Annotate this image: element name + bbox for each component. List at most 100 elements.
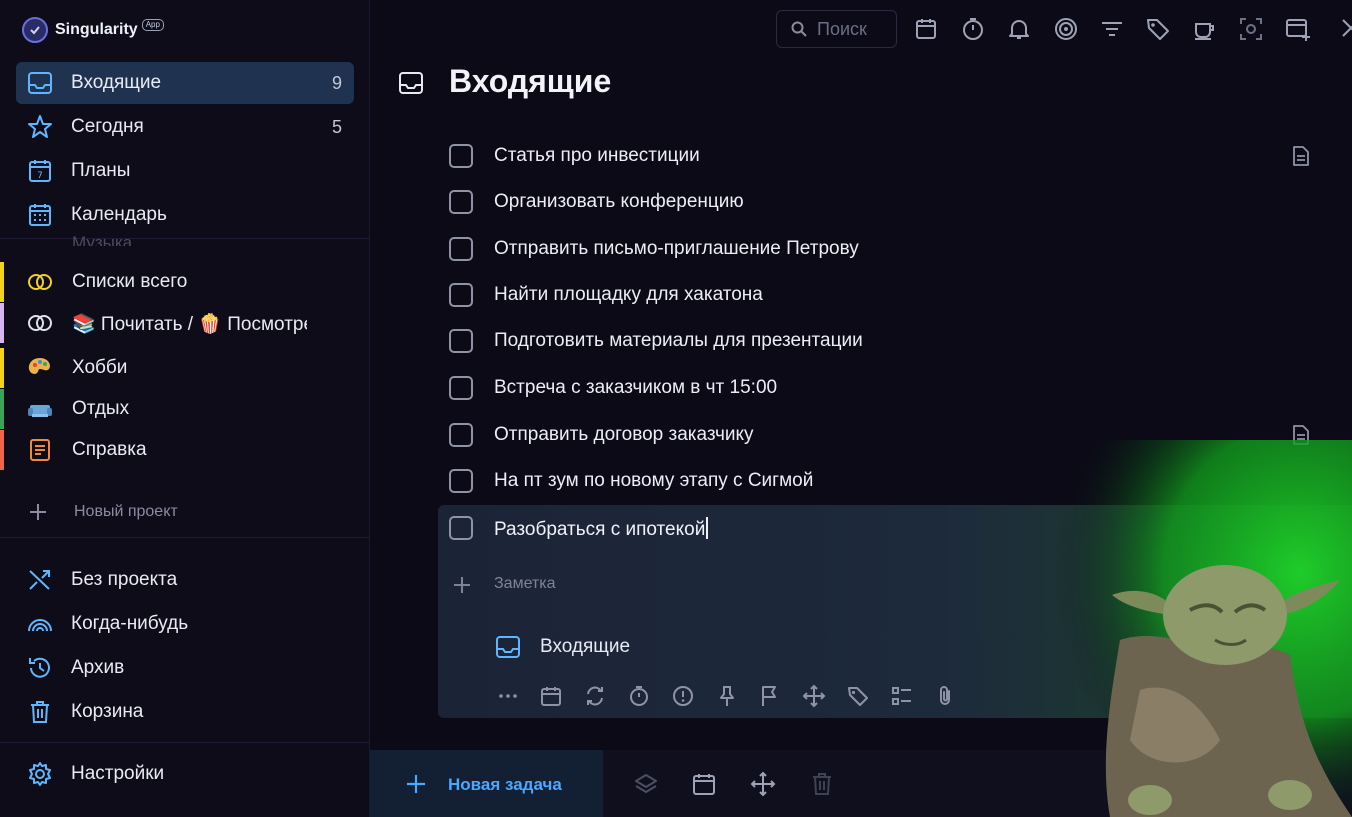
bell-icon[interactable] bbox=[1006, 16, 1032, 42]
new-window-icon[interactable] bbox=[1285, 16, 1311, 42]
sidebar-item-today[interactable]: Сегодня 5 bbox=[16, 106, 354, 148]
task-row[interactable]: Подготовить материалы для презентации bbox=[446, 321, 1326, 361]
coffee-icon[interactable] bbox=[1192, 16, 1218, 42]
sidebar-item-calendar[interactable]: Календарь bbox=[16, 194, 354, 236]
flag-icon[interactable] bbox=[758, 684, 782, 708]
project-label: Отдых bbox=[72, 398, 130, 419]
page-title: Входящие bbox=[449, 63, 612, 99]
sidebar-item-someday[interactable]: Когда-нибудь bbox=[16, 603, 354, 645]
task-label[interactable]: На пт зум по новому этапу с Сигмой bbox=[494, 470, 813, 492]
inbox-count: 9 bbox=[331, 72, 342, 93]
project-color-bar bbox=[0, 303, 4, 343]
task-checkbox[interactable] bbox=[449, 237, 473, 261]
sidebar-divider bbox=[0, 537, 370, 538]
filter-icon[interactable] bbox=[1099, 16, 1125, 42]
task-label[interactable]: Организовать конференцию bbox=[494, 191, 744, 213]
focus-icon[interactable] bbox=[1053, 16, 1079, 42]
task-checkbox[interactable] bbox=[449, 469, 473, 493]
sidebar-item-label: Сегодня bbox=[71, 116, 144, 137]
app-brand[interactable]: Singularity App bbox=[22, 16, 164, 44]
move-icon[interactable] bbox=[802, 684, 826, 708]
task-title-input[interactable]: Разобраться с ипотекой bbox=[494, 517, 709, 541]
search-input[interactable]: Поиск bbox=[776, 10, 897, 48]
task-project-selector[interactable]: Входящие bbox=[540, 636, 630, 658]
sidebar-item-label: Когда-нибудь bbox=[71, 613, 189, 634]
timer-icon[interactable] bbox=[627, 684, 651, 708]
task-row[interactable]: Встреча с заказчиком в чт 15:00 bbox=[446, 368, 1326, 408]
priority-icon[interactable] bbox=[671, 684, 695, 708]
yoda-overlay-image bbox=[1000, 440, 1352, 817]
checklist-icon[interactable] bbox=[890, 684, 914, 708]
trash-icon bbox=[31, 701, 49, 723]
task-title-text: Разобраться с ипотекой bbox=[494, 519, 706, 540]
sidebar-project-rest[interactable]: Отдых bbox=[0, 389, 370, 429]
task-row[interactable]: Статья про инвестиции bbox=[446, 136, 1326, 176]
task-row[interactable]: Отправить письмо-приглашение Петрову bbox=[446, 229, 1326, 269]
sidebar-item-plans[interactable]: 7 Планы bbox=[16, 150, 354, 192]
task-checkbox[interactable] bbox=[449, 329, 473, 353]
task-checkbox[interactable] bbox=[449, 283, 473, 307]
sidebar-project-help[interactable]: Справка bbox=[0, 430, 370, 470]
plus-icon[interactable] bbox=[452, 575, 472, 595]
task-row[interactable]: Организовать конференцию bbox=[446, 182, 1326, 222]
sidebar-item-inbox[interactable]: Входящие 9 bbox=[16, 62, 354, 104]
task-label[interactable]: Статья про инвестиции bbox=[494, 145, 700, 167]
close-icon[interactable] bbox=[1339, 16, 1352, 42]
plus-icon bbox=[407, 775, 425, 793]
rings-icon bbox=[28, 315, 52, 331]
project-label: Хобби bbox=[72, 357, 128, 378]
new-task-button[interactable]: Новая задача bbox=[370, 750, 603, 817]
task-checkbox[interactable] bbox=[449, 190, 473, 214]
sidebar-project-lists[interactable]: Списки всего bbox=[0, 262, 370, 302]
task-checkbox[interactable] bbox=[449, 144, 473, 168]
task-checkbox[interactable] bbox=[449, 376, 473, 400]
sidebar-item-label: Без проекта bbox=[71, 569, 178, 590]
sidebar-item-settings[interactable]: Настройки bbox=[16, 753, 354, 795]
calendar-icon[interactable] bbox=[913, 16, 939, 42]
inbox-icon bbox=[28, 72, 52, 94]
project-color-bar bbox=[0, 348, 4, 388]
project-color-bar bbox=[0, 389, 4, 429]
sidebar-project-hobby[interactable]: Хобби bbox=[0, 348, 370, 388]
task-label[interactable]: Отправить письмо-приглашение Петрову bbox=[494, 238, 859, 260]
history-icon bbox=[29, 657, 50, 678]
task-label[interactable]: Встреча с заказчиком в чт 15:00 bbox=[494, 377, 777, 399]
task-checkbox[interactable] bbox=[449, 423, 473, 447]
repeat-icon[interactable] bbox=[583, 684, 607, 708]
sidebar-item-trash[interactable]: Корзина bbox=[16, 691, 354, 733]
task-label[interactable]: Найти площадку для хакатона bbox=[494, 284, 763, 306]
sidebar-item-label: Календарь bbox=[71, 204, 167, 225]
screenshot-icon[interactable] bbox=[1238, 16, 1264, 42]
pin-icon[interactable] bbox=[715, 684, 739, 708]
layers-icon[interactable] bbox=[633, 771, 659, 797]
project-color-bar bbox=[0, 430, 4, 470]
tag-icon[interactable] bbox=[846, 684, 870, 708]
calendar-icon[interactable] bbox=[691, 771, 717, 797]
task-label[interactable]: Отправить договор заказчику bbox=[494, 424, 754, 446]
search-placeholder: Поиск bbox=[817, 18, 867, 39]
tag-icon[interactable] bbox=[1145, 16, 1171, 42]
sofa-icon bbox=[28, 405, 52, 417]
app-logo-icon bbox=[22, 17, 48, 43]
sidebar-project-read-watch[interactable]: 📚 Почитать / 🍿 Посмотреть bbox=[0, 303, 370, 343]
task-row[interactable]: Найти площадку для хакатона bbox=[446, 275, 1326, 315]
project-label: Справка bbox=[72, 439, 147, 460]
project-color-bar bbox=[0, 262, 4, 302]
rainbow-icon bbox=[28, 619, 52, 632]
attach-icon[interactable] bbox=[933, 684, 957, 708]
new-project-button[interactable]: Новый проект bbox=[28, 498, 178, 526]
note-input[interactable]: Заметка bbox=[494, 575, 556, 593]
calendar-icon[interactable] bbox=[539, 684, 563, 708]
sidebar-item-no-project[interactable]: Без проекта bbox=[16, 559, 354, 601]
sidebar-item-archive[interactable]: Архив bbox=[16, 647, 354, 689]
timer-icon[interactable] bbox=[960, 16, 986, 42]
new-project-label: Новый проект bbox=[74, 503, 178, 520]
more-icon[interactable] bbox=[496, 684, 520, 708]
task-label[interactable]: Подготовить материалы для презентации bbox=[494, 330, 863, 352]
move-icon[interactable] bbox=[750, 771, 776, 797]
app-name: Singularity bbox=[55, 21, 138, 38]
trash-icon[interactable] bbox=[809, 771, 835, 797]
inbox-icon bbox=[496, 636, 520, 658]
task-checkbox[interactable] bbox=[449, 516, 473, 540]
note-icon[interactable] bbox=[1290, 145, 1312, 167]
